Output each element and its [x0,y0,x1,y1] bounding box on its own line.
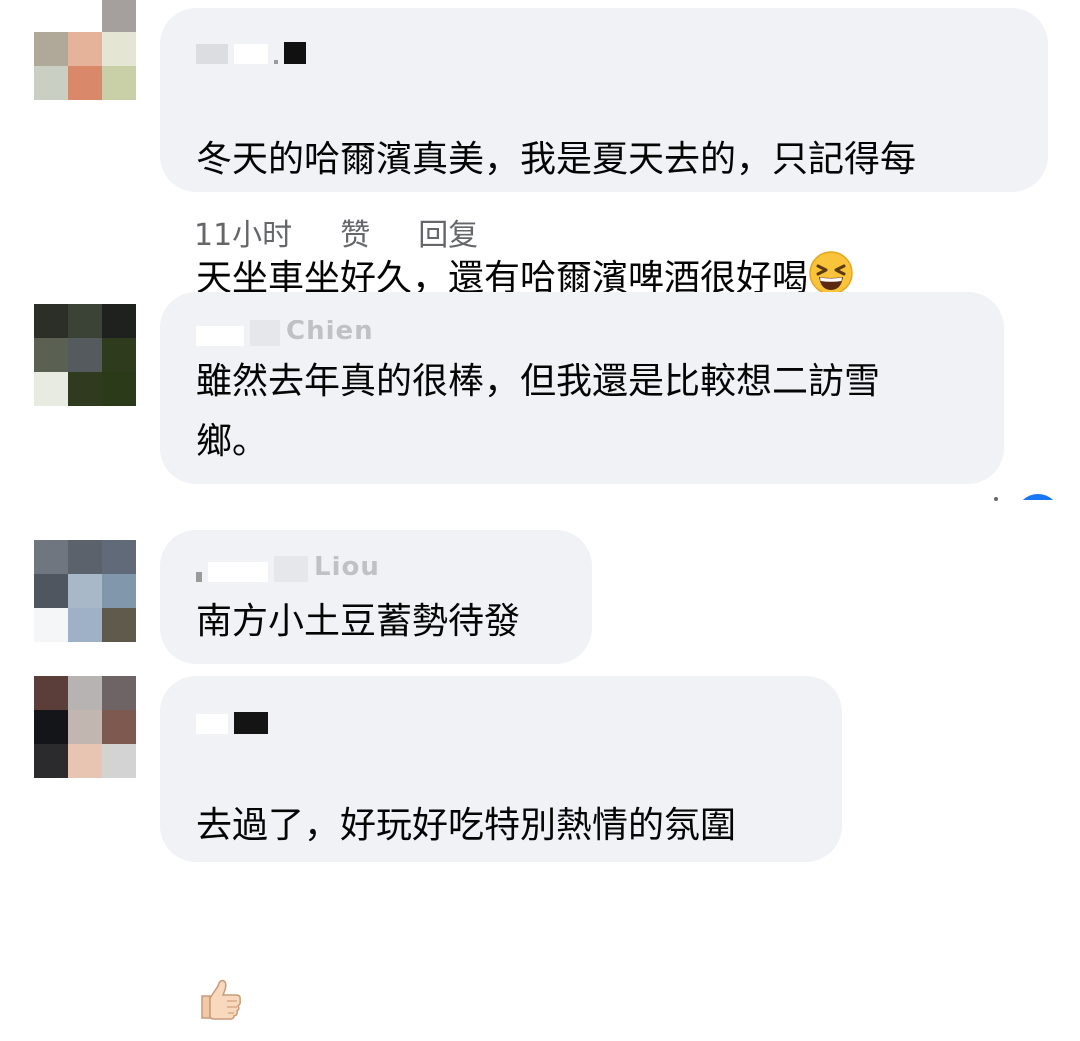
avatar[interactable] [34,0,136,100]
comment-text: 南方小土豆蓄勢待發 [196,601,521,642]
avatar[interactable] [34,676,136,778]
comment-author[interactable]: Liou [196,556,380,582]
comment-actions: 11小时 赞 回复 [194,210,478,254]
comment-text: 去過了，好玩好吃特別熱情的氛圍 [196,736,736,1041]
comment-author[interactable] [196,708,274,734]
comment-author[interactable] [196,38,312,64]
comment-text: 雖然去年真的很棒，但我還是比較想二訪雪 鄉。 [196,361,881,462]
comment-bubble: Liou 南方小土豆蓄勢待發 [160,530,592,664]
reaction-icon[interactable] [1016,494,1060,500]
comment-bubble: 冬天的哈爾濱真美，我是夏天去的，只記得每 天坐車坐好久，還有哈爾濱啤酒很好喝 [160,8,1048,299]
comment-bubble: 去過了，好玩好吃特別熱情的氛圍 [160,676,842,1020]
like-button[interactable]: 赞 [340,210,370,254]
avatar[interactable] [34,540,136,642]
thumbs-up-icon [196,916,244,1041]
comment-text: 冬天的哈爾濱真美，我是夏天去的，只記得每 天坐車坐好久，還有哈爾濱啤酒很好喝 [196,70,916,315]
avatar[interactable] [34,304,136,406]
comment-author[interactable]: Chien [196,320,374,346]
comment-bubble: Chien 雖然去年真的很棒，但我還是比較想二訪雪 鄉。 [160,292,1004,484]
reaction-separator [994,497,998,501]
comment-timestamp[interactable]: 11小时 [194,210,292,254]
reply-button[interactable]: 回复 [418,210,478,254]
